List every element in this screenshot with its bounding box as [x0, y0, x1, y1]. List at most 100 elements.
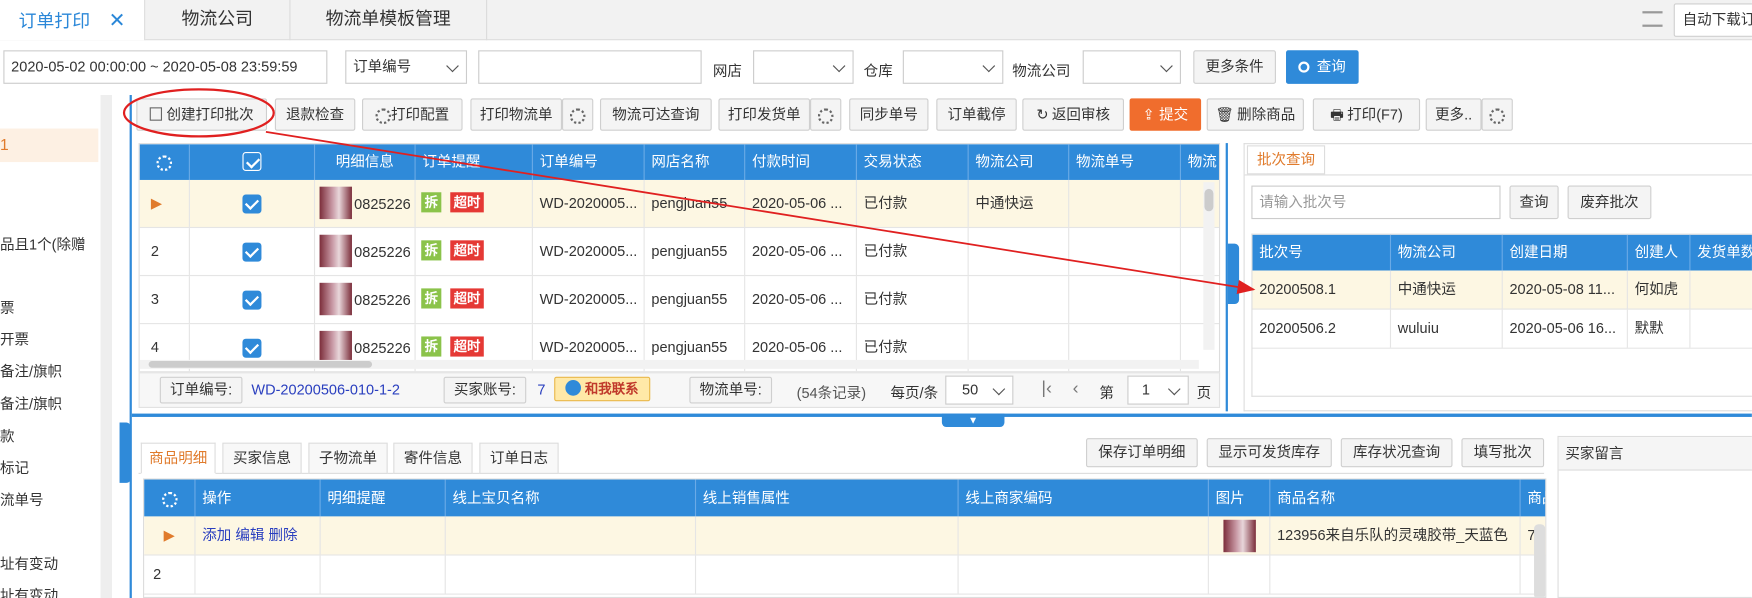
buyer-value[interactable]: 7 — [537, 381, 545, 398]
product-thumbnail[interactable] — [319, 234, 352, 268]
tab-batch-query[interactable]: 批次查询 — [1246, 145, 1326, 175]
order-no-value[interactable]: WD-20200506-010-1-2 — [251, 381, 400, 398]
sidebar-item[interactable]: 开票 — [0, 328, 29, 349]
tab-sub-waybill[interactable]: 子物流单 — [308, 442, 388, 474]
col-status: 交易状态 — [857, 144, 969, 180]
more-button[interactable]: 更多.. — [1425, 98, 1482, 131]
goods-thumbnail[interactable] — [1223, 519, 1256, 553]
sidebar-item[interactable]: 址有变动 — [0, 583, 58, 598]
goods-table-settings[interactable] — [144, 479, 196, 517]
goods-scrollbar[interactable] — [1534, 524, 1546, 597]
print-waybill-button[interactable]: 打印物流单 — [470, 98, 563, 131]
table-row[interactable]: 2 — [144, 555, 1546, 595]
sidebar-item[interactable]: 款 — [0, 425, 15, 446]
date-range-input[interactable]: 2020-05-02 00:00:00 ~ 2020-05-08 23:59:5… — [3, 50, 328, 84]
add-link[interactable]: 添加 — [202, 526, 231, 543]
sidebar-item[interactable]: 址有变动 — [0, 552, 58, 573]
sidebar-scrollbar[interactable] — [100, 95, 112, 598]
select-all-cell[interactable] — [190, 144, 316, 180]
product-thumbnail[interactable] — [319, 186, 352, 220]
logistics-reach-button[interactable]: 物流可达查询 — [599, 98, 712, 131]
cell — [959, 555, 1209, 594]
table-row[interactable]: 20200506.2 wuluiu 2020-05-06 16... 默默 — [1252, 309, 1752, 349]
row-checkbox[interactable] — [242, 194, 262, 214]
action-links: 添加 编辑 删除 — [196, 516, 321, 555]
horizontal-scrollbar[interactable] — [139, 359, 1199, 369]
show-stock-button[interactable]: 显示可发货库存 — [1206, 438, 1332, 468]
tab-sender-info[interactable]: 寄件信息 — [393, 442, 473, 474]
print-f7-button[interactable]: 🖶 打印(F7) — [1312, 98, 1421, 131]
gear-icon — [156, 154, 173, 171]
delete-goods-button[interactable]: 🗑 删除商品 — [1206, 98, 1304, 131]
table-row[interactable]: 20200508.1 中通快运 2020-05-08 11... 何如虎 — [1252, 270, 1752, 310]
sidebar-item[interactable]: 品且1个(除赠 — [0, 233, 86, 254]
delete-link[interactable]: 删除 — [268, 526, 297, 543]
row-checkbox[interactable] — [242, 290, 262, 310]
product-thumbnail[interactable] — [319, 282, 352, 316]
sidebar-item-active[interactable]: 1 — [0, 128, 99, 163]
table-settings[interactable] — [140, 144, 190, 180]
sidebar-item[interactable]: 标记 — [0, 456, 29, 477]
more-settings-button[interactable] — [1481, 98, 1513, 131]
table-row[interactable]: ▶ 0825226 拆超时 WD-2020005... pengjuan55 2020-0… — [139, 179, 1219, 229]
row-select-cell[interactable] — [190, 228, 316, 275]
create-print-batch-button[interactable]: 创建打印批次 — [136, 98, 268, 131]
table-row[interactable]: 3 0825226 拆超时 WD-2020005... pengjuan55 2020-0… — [139, 276, 1219, 325]
sidebar-item[interactable]: 备注/旗帜 — [0, 392, 62, 413]
discard-batch-button[interactable]: 废弃批次 — [1567, 185, 1652, 220]
prev-page-icon[interactable]: ‹ — [1073, 379, 1079, 399]
row-select-cell[interactable] — [190, 179, 316, 227]
order-field-select[interactable]: 订单编号 — [345, 50, 468, 84]
row-checkbox[interactable] — [242, 338, 262, 358]
collapse-bottom-handle[interactable]: ▼ — [941, 413, 1005, 427]
edit-link[interactable]: 编辑 — [235, 526, 264, 543]
tab-goods-detail[interactable]: 商品明细 — [140, 442, 216, 474]
collapse-right-handle[interactable] — [1227, 243, 1240, 305]
waybill-label: 物流单号: — [689, 376, 773, 404]
search-input[interactable] — [478, 50, 702, 84]
stock-status-button[interactable]: 库存状况查询 — [1340, 438, 1453, 468]
invoice-settings-button[interactable] — [810, 98, 842, 131]
auto-download-button[interactable]: 自动下载订 — [1673, 3, 1752, 37]
fill-batch-button[interactable]: 填写批次 — [1461, 438, 1545, 468]
goods-table-header: 操作 明细提醒 线上宝贝名称 线上销售属性 线上商家编码 图片 商品名称 商品 — [144, 479, 1546, 517]
waybill-settings-button[interactable] — [562, 98, 594, 131]
page-select[interactable]: 1 — [1127, 375, 1189, 405]
row-checkbox[interactable] — [242, 242, 262, 262]
tab-buyer-info[interactable]: 买家信息 — [222, 442, 302, 474]
search-button[interactable]: 查询 — [1286, 50, 1359, 84]
warehouse-select[interactable] — [902, 50, 1004, 84]
first-page-icon[interactable]: |‹ — [1041, 379, 1052, 399]
print-invoice-button[interactable]: 打印发货单 — [718, 98, 811, 131]
table-row[interactable]: ▶ 添加 编辑 删除 123956来自乐队的灵魂胶带_天蓝色 7 — [144, 516, 1546, 556]
tab-order-log[interactable]: 订单日志 — [479, 442, 559, 474]
sidebar-item[interactable]: 备注/旗帜 — [0, 360, 62, 381]
list-icon[interactable] — [1642, 11, 1663, 27]
logistics-select[interactable] — [1082, 50, 1181, 84]
save-detail-button[interactable]: 保存订单明细 — [1086, 438, 1198, 468]
return-review-button[interactable]: ↻ 返回审核 — [1022, 98, 1125, 131]
batch-search-button[interactable]: 查询 — [1509, 185, 1559, 220]
more-conditions-button[interactable]: 更多条件 — [1193, 50, 1276, 84]
cell — [1270, 555, 1521, 594]
table-row[interactable]: 2 0825226 拆超时 WD-2020005... pengjuan55 2020-0… — [139, 228, 1219, 277]
vertical-scrollbar[interactable] — [1203, 182, 1215, 350]
close-icon[interactable]: ✕ — [109, 9, 126, 31]
refund-check-button[interactable]: 退款检查 — [274, 98, 356, 131]
order-intercept-button[interactable]: 订单截停 — [936, 98, 1017, 131]
row-select-cell[interactable] — [190, 276, 316, 324]
sidebar-item[interactable]: 流单号 — [0, 488, 44, 509]
sync-number-button[interactable]: 同步单号 — [849, 98, 929, 131]
per-page-select[interactable]: 50 — [945, 375, 1014, 405]
batch-number-input[interactable]: 请输入批次号 — [1251, 185, 1501, 220]
submit-button[interactable]: ⇪ 提交 — [1129, 98, 1202, 131]
tab-order-print[interactable]: 订单打印 ✕ — [0, 0, 146, 41]
print-config-button[interactable]: 打印配置 — [362, 98, 463, 131]
shop-select[interactable] — [753, 50, 854, 84]
select-all-checkbox[interactable] — [242, 152, 262, 172]
sidebar-item[interactable]: 票 — [0, 296, 15, 317]
contact-me-button[interactable]: 和我联系 — [554, 376, 651, 402]
tab-template-mgmt[interactable]: 物流单模板管理 — [290, 0, 488, 41]
product-thumbnail[interactable] — [319, 330, 352, 364]
tab-logistics-company[interactable]: 物流公司 — [145, 0, 291, 41]
